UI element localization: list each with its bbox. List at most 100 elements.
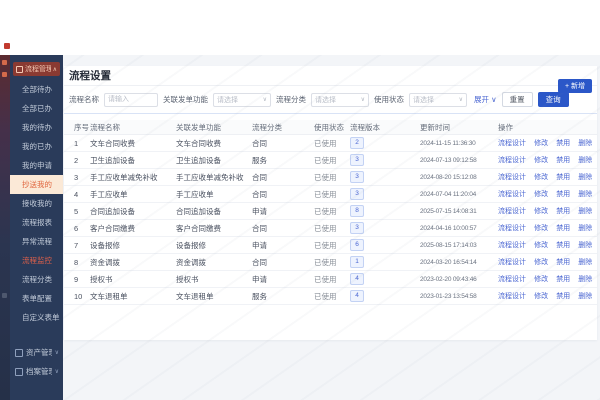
modify-link[interactable]: 修改 [534,208,548,215]
delete-link[interactable]: 删除 [578,157,592,164]
modify-link[interactable]: 修改 [534,140,548,147]
cell-updated: 2023-02-20 09:43:46 [420,270,498,288]
sidebar-item[interactable]: 我的已办 [10,137,63,156]
cell-category: 申请 [252,202,314,220]
disable-link[interactable]: 禁用 [556,140,570,147]
version-badge: 3 [350,222,364,234]
modify-link[interactable]: 修改 [534,276,548,283]
process-design-link[interactable]: 流程设计 [498,225,526,232]
disable-link[interactable]: 禁用 [556,157,570,164]
cell-version: 1 [350,253,420,271]
process-design-link[interactable]: 流程设计 [498,191,526,198]
cell-category: 合同 [252,185,314,203]
delete-link[interactable]: 删除 [578,208,592,215]
delete-link[interactable]: 删除 [578,276,592,283]
rail-module-icon[interactable] [2,72,7,77]
process-table: 序号 流程名称 关联发单功能 流程分类 使用状态 流程版本 更新时间 操作 1 … [64,120,597,305]
disable-link[interactable]: 禁用 [556,208,570,215]
cell-status: 已使用 [314,134,350,152]
sidebar-item[interactable]: 表单配置 [10,289,63,308]
sidebar-parent-asset-management[interactable]: 资产管理 ∨ [10,343,63,362]
sidebar-item[interactable]: 全部已办 [10,99,63,118]
table-row: 6 客户合同缴费 客户合同缴费 合同 已使用 3 2024-04-16 10:0… [64,219,597,237]
table-row: 4 手工应收单 手工应收单 合同 已使用 3 2024-07-04 11:20:… [64,185,597,203]
modify-link[interactable]: 修改 [534,174,548,181]
sidebar-item[interactable]: 接收我的 [10,194,63,213]
col-header-source: 关联发单功能 [176,120,252,135]
disable-link[interactable]: 禁用 [556,225,570,232]
sidebar-parent-archive-management[interactable]: 档案管理 ∨ [10,362,63,381]
delete-link[interactable]: 删除 [578,191,592,198]
cell-category: 合同 [252,219,314,237]
cell-index: 8 [64,253,90,271]
cell-name: 设备报修 [90,236,176,254]
table-row: 7 设备报修 设备报修 申请 已使用 6 2025-08-15 17:14:03… [64,236,597,254]
cell-actions: 流程设计 修改 禁用 删除 [498,287,597,305]
source-function-select[interactable]: 请选择 ∨ [213,92,271,107]
process-name-input[interactable] [104,92,158,107]
sidebar-item[interactable]: 抄送我的 [10,175,63,194]
table-row: 8 资金调拨 资金调拨 合同 已使用 1 2024-03-20 16:54:14… [64,253,597,271]
process-design-link[interactable]: 流程设计 [498,293,526,300]
cell-actions: 流程设计 修改 禁用 删除 [498,134,597,152]
process-design-link[interactable]: 流程设计 [498,259,526,266]
search-button[interactable]: 查询 [537,92,569,107]
cell-status: 已使用 [314,168,350,186]
disable-link[interactable]: 禁用 [556,191,570,198]
sidebar-item[interactable]: 我的待办 [10,118,63,137]
modify-link[interactable]: 修改 [534,157,548,164]
add-button[interactable]: + 新增 [557,79,592,93]
cell-status: 已使用 [314,151,350,169]
expand-filters-link[interactable]: 展开 ∨ [474,94,497,105]
asset-menu-icon [15,348,23,357]
cell-name: 手工应收单减免补收 [90,168,176,186]
sidebar-item[interactable]: 异常流程 [10,232,63,251]
chevron-up-icon: ∧ [52,66,57,73]
sidebar-item[interactable]: 全部待办 [10,80,63,99]
sidebar-parent-process-management[interactable]: 流程管理 ∧ [13,62,60,76]
sidebar-item[interactable]: 流程分类 [10,270,63,289]
sidebar-item[interactable]: 流程监控 [10,251,63,270]
delete-link[interactable]: 删除 [578,293,592,300]
process-design-link[interactable]: 流程设计 [498,242,526,249]
process-design-link[interactable]: 流程设计 [498,208,526,215]
process-category-select[interactable]: 请选择 ∨ [311,92,369,107]
process-design-link[interactable]: 流程设计 [498,157,526,164]
process-design-link[interactable]: 流程设计 [498,174,526,181]
disable-link[interactable]: 禁用 [556,242,570,249]
version-badge: 1 [350,256,364,268]
modify-link[interactable]: 修改 [534,242,548,249]
delete-link[interactable]: 删除 [578,225,592,232]
rail-app-icon[interactable] [2,60,7,65]
disable-link[interactable]: 禁用 [556,259,570,266]
reset-button[interactable]: 重置 [501,92,533,107]
cell-updated: 2024-11-15 11:36:30 [420,134,498,152]
process-design-link[interactable]: 流程设计 [498,140,526,147]
rail-misc-icon[interactable] [2,293,7,298]
usage-status-select[interactable]: 请选择 ∨ [409,92,467,107]
cell-status: 已使用 [314,219,350,237]
sidebar-item[interactable]: 流程报表 [10,213,63,232]
modify-link[interactable]: 修改 [534,225,548,232]
delete-link[interactable]: 删除 [578,140,592,147]
version-badge: 8 [350,205,364,217]
disable-link[interactable]: 禁用 [556,276,570,283]
delete-link[interactable]: 删除 [578,259,592,266]
modify-link[interactable]: 修改 [534,293,548,300]
cell-name: 文车合同收费 [90,134,176,152]
table-row: 2 卫生追加设备 卫生追加设备 服务 已使用 3 2024-07-13 09:1… [64,151,597,169]
cell-source: 资金调拨 [176,253,252,271]
modify-link[interactable]: 修改 [534,259,548,266]
delete-link[interactable]: 删除 [578,174,592,181]
process-design-link[interactable]: 流程设计 [498,276,526,283]
delete-link[interactable]: 删除 [578,242,592,249]
sidebar-item[interactable]: 我的申请 [10,156,63,175]
cell-status: 已使用 [314,236,350,254]
disable-link[interactable]: 禁用 [556,293,570,300]
filter-source-label: 关联发单功能 [163,95,208,104]
sidebar-item[interactable]: 自定义表单 [10,308,63,327]
modify-link[interactable]: 修改 [534,191,548,198]
disable-link[interactable]: 禁用 [556,174,570,181]
main-content: 流程设置 + 新增 流程名称 关联发单功能 请选择 ∨ 流程分类 请选择 ∨ 使… [63,55,600,400]
table-row: 9 授权书 授权书 申请 已使用 4 2023-02-20 09:43:46 流… [64,270,597,288]
